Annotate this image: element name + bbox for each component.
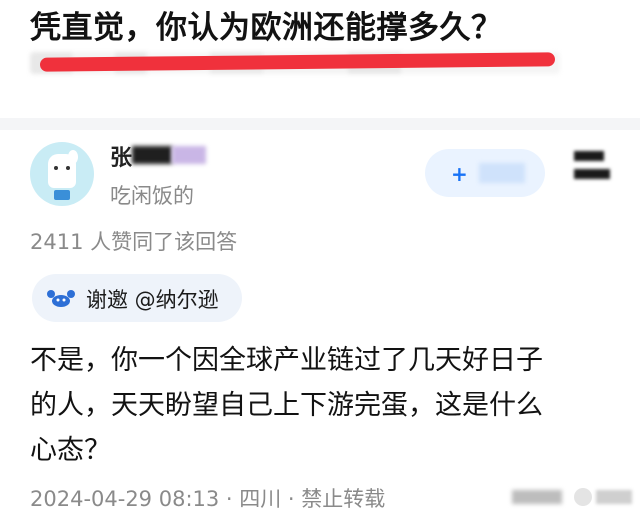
invite-tag[interactable]: 谢邀 @纳尔逊: [32, 274, 242, 322]
answer-content: 不是，你一个因全球产业链过了几天好日子 的人，天天盼望自己上下游完蛋，这是什么 …: [30, 338, 620, 473]
follow-button[interactable]: +: [425, 149, 545, 197]
watermark: [512, 488, 632, 508]
plus-icon: +: [451, 162, 468, 186]
author-badge-redacted: [172, 146, 206, 164]
upvote-count: 2411 人赞同了该回答: [30, 230, 238, 254]
follow-label-redacted: [479, 163, 525, 183]
author-bio: 吃闲饭的: [110, 184, 194, 208]
avatar-eye-right: [66, 166, 70, 170]
watermark-redacted: [512, 490, 562, 504]
author-name-redacted: [132, 146, 172, 164]
author-avatar[interactable]: [30, 142, 94, 206]
watermark-text-redacted: [596, 490, 632, 504]
answer-line: 心态？: [30, 435, 111, 466]
author-name[interactable]: 张: [110, 140, 132, 172]
avatar-ear: [68, 150, 78, 164]
answer-line: 不是，你一个因全球产业链过了几天好日子: [30, 345, 543, 376]
crab-icon: [47, 290, 75, 307]
watermark-logo-icon: [574, 488, 592, 506]
answer-meta: 2024-04-29 08:13 · 四川 · 禁止转载: [30, 487, 386, 511]
more-options-icon[interactable]: [574, 151, 610, 197]
answer-line: 的人，天天盼望自己上下游完蛋，这是什么: [30, 390, 543, 421]
question-title[interactable]: 凭直觉，你认为欧洲还能撑多久？: [30, 2, 503, 47]
avatar-badge: [54, 190, 70, 200]
section-divider: [0, 118, 640, 130]
avatar-eye-left: [54, 166, 58, 170]
invite-label: 谢邀 @纳尔逊: [86, 288, 219, 312]
